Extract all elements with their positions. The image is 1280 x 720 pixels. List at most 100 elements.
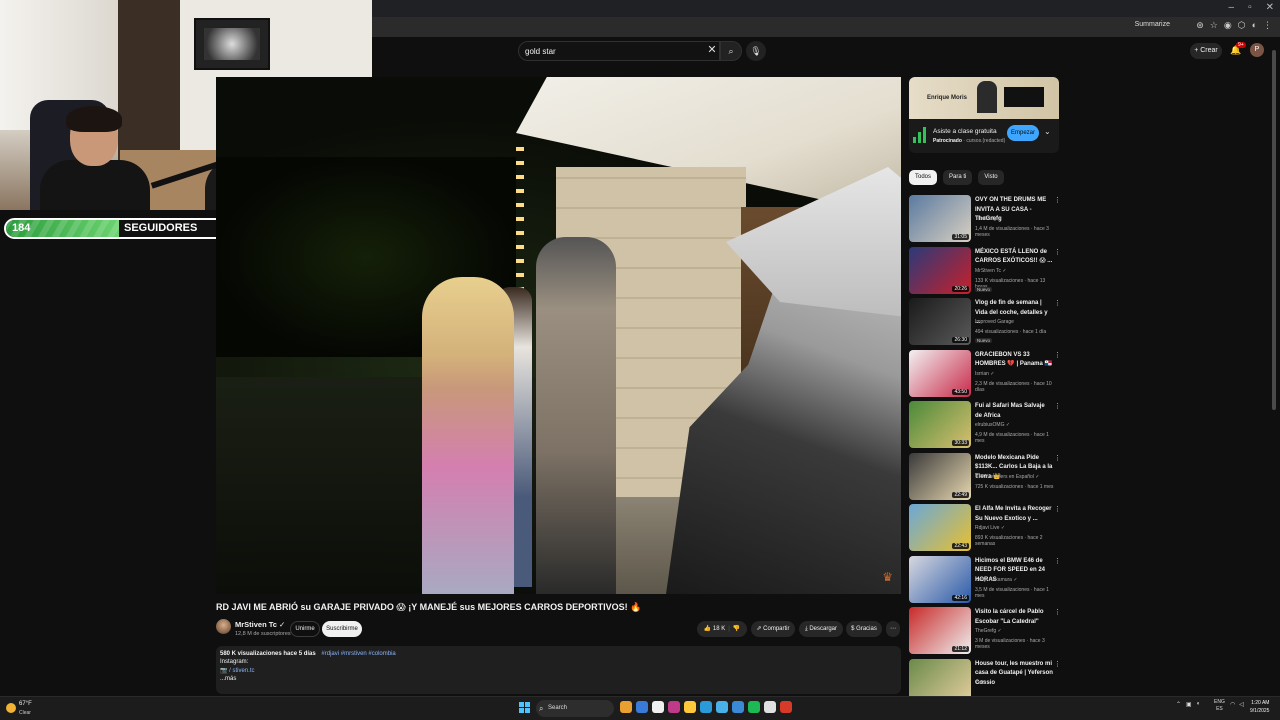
video-thumbnail[interactable]: 30:33	[909, 401, 971, 448]
recommendation-channel[interactable]: Improved Garage	[975, 319, 1014, 325]
account-avatar[interactable]: P	[1250, 43, 1264, 57]
video-thumbnail[interactable]: 21:12	[909, 607, 971, 654]
more-actions-button[interactable]: ⋯	[886, 621, 900, 637]
chip-for-you[interactable]: Para ti	[943, 170, 973, 185]
taskbar-app-icon[interactable]	[732, 701, 744, 713]
chevron-up-icon[interactable]: ⌃	[1176, 701, 1181, 708]
recommendation-item[interactable]: 26:30 Vlog de fin de semana | Vida del co…	[909, 298, 1061, 346]
summarize-button[interactable]: Summarize	[1135, 21, 1170, 28]
taskbar-app-icon[interactable]	[716, 701, 728, 713]
video-thumbnail[interactable]: 22:43	[909, 504, 971, 551]
taskbar-clock[interactable]: 1:20 AM 9/1/2025	[1250, 699, 1269, 715]
status-icons[interactable]: ◠ ◁	[1230, 701, 1244, 708]
more-options-icon[interactable]: ⋮	[1054, 248, 1061, 256]
recommendation-channel[interactable]: Yeffe ✓	[975, 680, 992, 686]
recommendation-channel[interactable]: TheGrefg ✓	[975, 628, 1002, 634]
recommendation-channel[interactable]: CRM Jewelers en Español ✓	[975, 474, 1040, 480]
download-button[interactable]: ⤓ Descargar	[799, 621, 843, 637]
tray-app-icon[interactable]: ◐	[1197, 701, 1201, 708]
taskbar-app-icon[interactable]	[780, 701, 792, 713]
show-more-link[interactable]: ...más	[220, 676, 897, 682]
taskbar-app-icon[interactable]	[764, 701, 776, 713]
clear-search-icon[interactable]: ✕	[706, 44, 718, 56]
search-button[interactable]: ⌕	[720, 41, 742, 61]
recommendation-item[interactable]: 43:50 GRACIEBON VS 33 HOMBRES 💔 | Panama …	[909, 349, 1061, 398]
video-thumbnail[interactable]: 26:30	[909, 298, 971, 345]
recommendation-title[interactable]: MÉXICO ESTÁ LLENO de CARROS EXÓTICOS!! 😱…	[975, 248, 1053, 267]
windows-start-icon[interactable]	[519, 702, 530, 713]
taskbar-app-icon[interactable]	[700, 701, 712, 713]
recommendation-channel[interactable]: Kenyi Nakamura ✓	[975, 577, 1018, 583]
recommendation-item[interactable]: 30:33 Fui al Safari Mas Salvaje de Africa…	[909, 401, 1061, 449]
video-thumbnail[interactable]: 20:26	[909, 246, 971, 294]
video-thumbnail[interactable]: 42:16	[909, 555, 971, 603]
taskbar-app-icon[interactable]	[748, 701, 760, 713]
recommendation-channel[interactable]: Rdjavi Live ✓	[975, 525, 1005, 531]
thanks-button[interactable]: $ Gracias	[846, 621, 882, 637]
profile-icon[interactable]: ◐	[1252, 20, 1257, 31]
maximize-icon[interactable]: ▫	[1248, 2, 1252, 13]
hashtags[interactable]: #rdjavi #mrstiven #colombia	[321, 651, 395, 657]
chevron-down-icon[interactable]: ⌄	[1044, 127, 1051, 136]
page-scrollbar[interactable]	[1271, 40, 1277, 692]
video-thumbnail[interactable]: 31:05	[909, 195, 971, 242]
taskbar-app-icon[interactable]	[684, 701, 696, 713]
like-button[interactable]: 👍 18 K	[704, 621, 725, 637]
recommendation-title[interactable]: GRACIEBON VS 33 HOMBRES 💔 | Panama 🇵🇦	[975, 351, 1053, 370]
video-description[interactable]: 580 K visualizaciones hace 5 días #rdjav…	[216, 646, 901, 694]
more-options-icon[interactable]: ⋮	[1054, 299, 1061, 307]
browser-menu-icon[interactable]: ⋮	[1263, 20, 1272, 31]
more-options-icon[interactable]: ⋮	[1054, 454, 1061, 462]
close-window-icon[interactable]: ✕	[1266, 2, 1274, 13]
chip-watched[interactable]: Visto	[978, 170, 1004, 185]
recommendation-channel[interactable]: elrubiusOMG ✓	[975, 422, 1010, 428]
language-indicator[interactable]: ENG ES	[1214, 699, 1225, 713]
taskbar-app-icon[interactable]	[652, 701, 664, 713]
weather-widget[interactable]: 67°F Clear	[6, 700, 46, 718]
bookmark-star-icon[interactable]: ☆	[1210, 20, 1218, 31]
more-options-icon[interactable]: ⋮	[1054, 351, 1061, 359]
extension-icon[interactable]: ⬡	[1238, 20, 1246, 31]
sponsored-ad[interactable]: Enrique Moris Asiste a clase gratuita Pa…	[909, 77, 1059, 153]
channel-name[interactable]: MrStiven Tc ✓	[235, 620, 285, 629]
recommendation-item[interactable]: 20:26 MÉXICO ESTÁ LLENO de CARROS EXÓTICO…	[909, 246, 1061, 295]
minimize-icon[interactable]: –	[1229, 2, 1235, 13]
more-options-icon[interactable]: ⋮	[1054, 608, 1061, 616]
recommendation-channel[interactable]: MrStiven Tc ✓	[975, 268, 1007, 274]
recommendation-item[interactable]: 21:12 Visito la cárcel de Pablo Escobar "…	[909, 607, 1061, 655]
voice-search-button[interactable]: 🎙	[746, 41, 766, 61]
search-box[interactable]	[518, 41, 720, 61]
video-thumbnail[interactable]: 22:49	[909, 452, 971, 500]
recommendation-channel[interactable]: Isrrian ✓	[975, 371, 994, 377]
video-thumbnail[interactable]: 43:50	[909, 349, 971, 397]
recommendation-item[interactable]: 42:16 Hicimos el BMW E46 de NEED FOR SPEE…	[909, 555, 1061, 604]
recommendation-title[interactable]: Fui al Safari Mas Salvaje de Africa	[975, 402, 1053, 421]
share-button[interactable]: ⇗ Compartir	[751, 621, 795, 637]
recommendation-channel[interactable]: TheGrefg ✓	[975, 216, 1002, 222]
extension-icon[interactable]: ⊛	[1196, 20, 1204, 31]
taskbar-app-icon[interactable]	[620, 701, 632, 713]
search-input[interactable]	[525, 47, 695, 56]
join-button[interactable]: Unirme	[290, 621, 320, 637]
taskbar-app-icon[interactable]	[636, 701, 648, 713]
recommendation-item[interactable]: 22:43 El Alfa Me Invita a Recoger Su Nuev…	[909, 504, 1061, 552]
recommendation-title[interactable]: Visito la cárcel de Pablo Escobar "La Ca…	[975, 608, 1053, 627]
video-player[interactable]: ♛	[216, 77, 901, 594]
more-options-icon[interactable]: ⋮	[1054, 557, 1061, 565]
recommendation-title[interactable]: El Alfa Me Invita a Recoger Su Nuevo Exo…	[975, 505, 1053, 524]
create-button[interactable]: + Crear	[1190, 43, 1222, 59]
taskbar-search[interactable]: Search	[536, 700, 614, 717]
subscribe-button[interactable]: Suscribirme	[322, 621, 362, 637]
recommendation-item[interactable]: 22:49 Modelo Mexicana Pide $113K... Carlo…	[909, 452, 1061, 501]
more-options-icon[interactable]: ⋮	[1054, 505, 1061, 513]
scrollbar-thumb[interactable]	[1272, 50, 1276, 410]
more-options-icon[interactable]: ⋮	[1054, 402, 1061, 410]
recommendation-item[interactable]: 31:05 OVY ON THE DRUMS ME INVITA A SU CAS…	[909, 195, 1061, 243]
channel-avatar[interactable]	[216, 619, 231, 634]
taskbar-app-icon[interactable]	[668, 701, 680, 713]
dislike-button[interactable]: 👎	[733, 621, 740, 637]
more-options-icon[interactable]: ⋮	[1054, 660, 1061, 668]
instagram-link[interactable]: 📷 / stiven.tc	[220, 668, 254, 674]
chip-all[interactable]: Todos	[909, 170, 938, 185]
extension-icon[interactable]: ◉	[1224, 20, 1232, 31]
